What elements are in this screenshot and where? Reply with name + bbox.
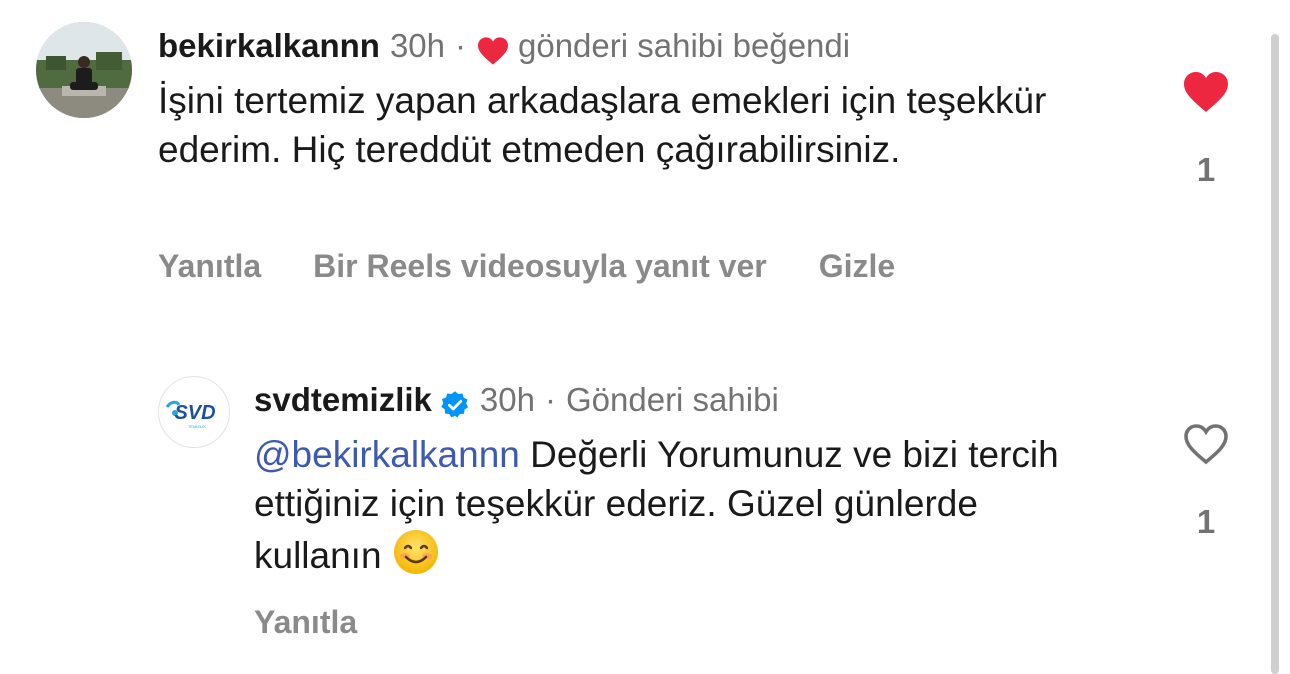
comment-actions: Yanıtla Bir Reels videosuyla yanıt ver G… [158,248,947,285]
like-column: 1 [1176,70,1236,189]
author-label: Gönderi sahibi [565,381,779,418]
separator: · [544,381,556,418]
verified-badge-icon [440,385,470,418]
username[interactable]: svdtemizlik [254,376,432,424]
scrollbar[interactable] [1271,34,1279,674]
heart-icon [476,31,510,65]
comment-meta: svdtemizlik 30h · Gönderi sahibi [254,376,1094,424]
like-heart-outline-icon[interactable] [1176,422,1236,471]
timestamp: 30h [389,27,445,64]
like-count: 1 [1196,503,1216,540]
smiling-face-emoji-icon [392,528,440,576]
comment-body: bekirkalkannn 30h · gönderi sahibi beğen… [158,22,1078,174]
comment-text: İşini tertemiz yapan arkadaşlara emekler… [158,80,1047,170]
avatar-photo-image [36,22,132,118]
reply-button[interactable]: Yanıtla [158,248,261,285]
like-column: 1 [1176,422,1236,541]
reply-button[interactable]: Yanıtla [254,604,357,641]
comment-actions: Yanıtla [254,604,409,641]
svd-logo: SVD TEMİZLİK [165,400,216,429]
reels-reply-button[interactable]: Bir Reels videosuyla yanıt ver [313,248,767,285]
comment-meta: bekirkalkannn 30h · gönderi sahibi beğen… [158,22,1078,70]
svd-logo-text: SVD [174,402,215,424]
comment-text: @bekirkalkannn Değerli Yorumunuz ve bizi… [254,430,1094,580]
mention-link[interactable]: @bekirkalkannn [254,434,520,475]
liked-by-author-label: gönderi sahibi beğendi [518,27,851,64]
avatar[interactable]: SVD TEMİZLİK [158,376,230,448]
avatar[interactable] [36,22,132,118]
timestamp: 30h [479,381,535,418]
hide-button[interactable]: Gizle [819,248,895,285]
like-heart-icon[interactable] [1176,70,1236,119]
separator: · [455,27,466,64]
username[interactable]: bekirkalkannn [158,22,380,70]
like-count: 1 [1196,151,1216,188]
svd-logo-subtext: TEMİZLİK [188,424,206,429]
comment-body: svdtemizlik 30h · Gönderi sahibi @bekirk… [254,376,1094,580]
